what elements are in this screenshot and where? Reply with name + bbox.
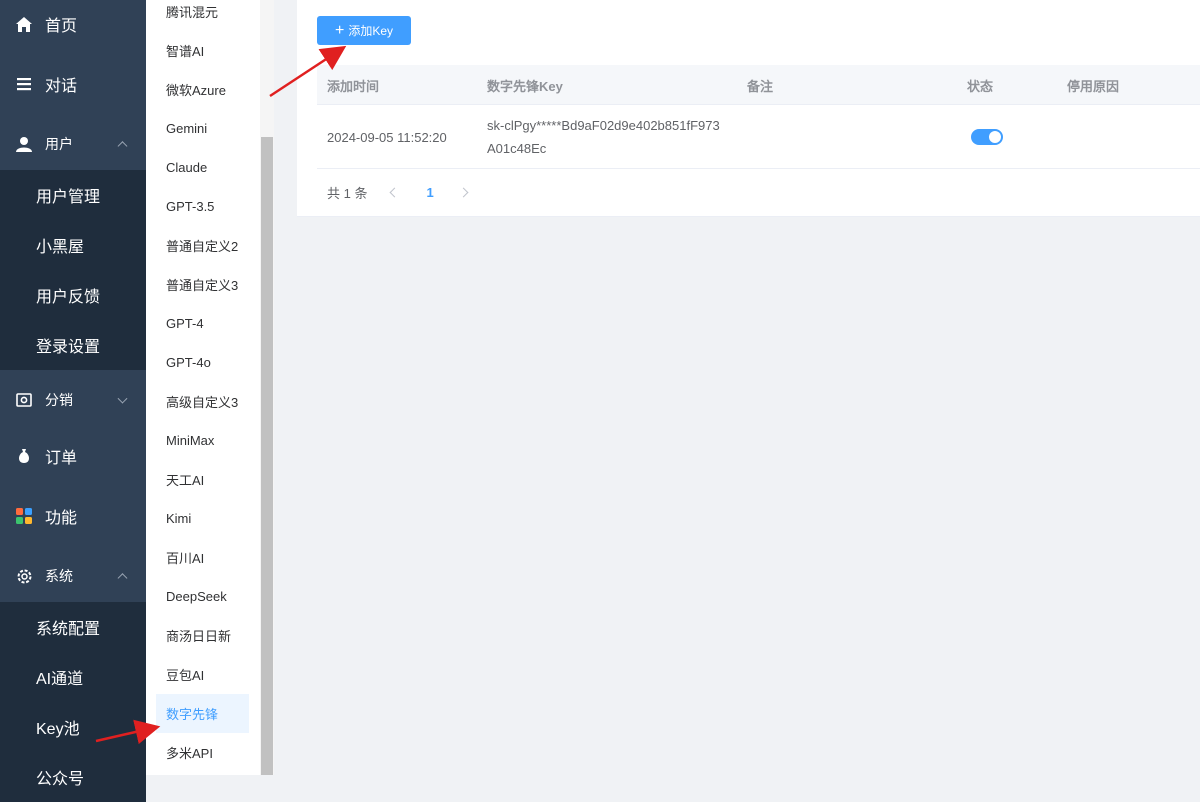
system-submenu: 系统配置 AI通道 Key池 公众号 <box>0 602 146 802</box>
sidebar-item-official-account[interactable]: 公众号 <box>0 752 146 802</box>
channel-item[interactable]: Kimi <box>146 499 260 538</box>
sidebar: 首页 对话 用户 用户管理 小黑屋 用户反馈 登录设置 分销 订单 功能 系统 … <box>0 0 146 802</box>
channel-item[interactable]: 普通自定义3 <box>146 265 260 304</box>
sidebar-item-login-settings[interactable]: 登录设置 <box>0 320 146 370</box>
sidebar-item-user-management[interactable]: 用户管理 <box>0 170 146 220</box>
nav-item-chat[interactable]: 对话 <box>0 54 146 114</box>
channel-item[interactable]: 多米API <box>146 733 260 772</box>
nav-label-system: 系统 <box>45 568 73 584</box>
nav-item-orders[interactable]: 订单 <box>0 426 146 486</box>
main-content: + 添加Key 添加时间 数字先锋Key 备注 状态 停用原因 2024-09-… <box>274 0 1200 775</box>
column-header-disable-reason: 停用原因 <box>1067 78 1120 94</box>
channel-item[interactable]: 商汤日日新 <box>146 616 260 655</box>
nav-label-features: 功能 <box>45 510 78 527</box>
chevron-up-icon <box>117 573 128 584</box>
cell-added-time: 2024-09-05 11:52:20 <box>327 129 447 145</box>
nav-item-user[interactable]: 用户 <box>0 114 146 174</box>
add-key-label: 添加Key <box>348 24 394 38</box>
plus-icon: + <box>334 21 345 39</box>
column-header-key: 数字先锋Key <box>487 78 563 94</box>
channel-item[interactable]: 腾讯混元 <box>146 0 260 31</box>
channel-item[interactable]: 百川AI <box>146 538 260 577</box>
page-number[interactable]: 1 <box>426 185 433 200</box>
channel-item[interactable]: MiniMax <box>146 421 260 460</box>
sidebar-item-feedback[interactable]: 用户反馈 <box>0 270 146 320</box>
chevron-down-icon <box>117 393 128 404</box>
menu-lines-icon <box>15 75 33 93</box>
sidebar-item-ai-channel[interactable]: AI通道 <box>0 652 146 702</box>
nav-label-distribution: 分销 <box>45 392 73 408</box>
nav-item-home[interactable]: 首页 <box>0 0 146 54</box>
gear-icon <box>15 567 33 585</box>
camera-icon <box>15 391 33 409</box>
channel-item[interactable]: 豆包AI <box>146 655 260 694</box>
key-table-card: + 添加Key 添加时间 数字先锋Key 备注 状态 停用原因 2024-09-… <box>297 0 1200 217</box>
channel-menu: 腾讯混元 智谱AI 微软Azure Gemini Claude GPT-3.5 普通自定义2… <box>146 0 260 775</box>
channel-item[interactable]: GPT-4o <box>146 343 260 382</box>
nav-label-user: 用户 <box>45 136 73 152</box>
column-header-note: 备注 <box>747 78 774 94</box>
channel-item[interactable]: 普通自定义2 <box>146 226 260 265</box>
channel-item[interactable]: 天工AI <box>146 460 260 499</box>
scrollbar-thumb[interactable] <box>261 137 273 775</box>
chevron-left-icon[interactable] <box>390 187 400 197</box>
sidebar-item-blacklist[interactable]: 小黑屋 <box>0 220 146 270</box>
nav-item-system[interactable]: 系统 <box>0 546 146 606</box>
pagination-total: 共 1 条 <box>327 185 368 201</box>
channel-item[interactable]: 数字先锋 <box>156 694 249 733</box>
pagination: 共 1 条 1 <box>327 180 469 204</box>
nav-label-orders: 订单 <box>45 450 78 467</box>
cell-key: sk-clPgy*****Bd9aF02d9e402b851fF973A01c4… <box>487 105 727 169</box>
column-header-status: 状态 <box>967 78 994 94</box>
nav-item-features[interactable]: 功能 <box>0 486 146 546</box>
table-row: 2024-09-05 11:52:20 sk-clPgy*****Bd9aF02… <box>317 105 1200 169</box>
sidebar-item-key-pool[interactable]: Key池 <box>0 702 146 752</box>
scrollbar[interactable] <box>260 0 274 775</box>
channel-item[interactable]: 高级自定义3 <box>146 382 260 421</box>
channel-item[interactable]: DeepSeek <box>146 577 260 616</box>
user-submenu: 用户管理 小黑屋 用户反馈 登录设置 <box>0 170 146 370</box>
nav-label-chat: 对话 <box>45 78 78 95</box>
cell-status <box>971 105 1003 169</box>
column-header-added-time: 添加时间 <box>327 78 380 94</box>
apps-grid-icon <box>15 507 33 525</box>
nav-label-home: 首页 <box>45 18 78 35</box>
sidebar-item-system-config[interactable]: 系统配置 <box>0 602 146 652</box>
chevron-right-icon[interactable] <box>458 187 469 197</box>
table-header: 添加时间 数字先锋Key 备注 状态 停用原因 <box>317 65 1200 105</box>
channel-item[interactable]: GPT-3.5 <box>146 187 260 226</box>
channel-item[interactable]: Claude <box>146 148 260 187</box>
user-icon <box>15 135 33 153</box>
channel-list: 腾讯混元 智谱AI 微软Azure Gemini Claude GPT-3.5 普通自定义2… <box>146 0 260 772</box>
key-value: sk-clPgy*****Bd9aF02d9e402b851fF973A01c4… <box>487 118 720 156</box>
nav-item-distribution[interactable]: 分销 <box>0 370 146 430</box>
channel-item[interactable]: 微软Azure <box>146 70 260 109</box>
money-bag-icon <box>15 447 33 465</box>
home-icon <box>15 15 33 33</box>
channel-item[interactable]: GPT-4 <box>146 304 260 343</box>
add-key-button[interactable]: + 添加Key <box>317 16 411 45</box>
channel-item[interactable]: Gemini <box>146 109 260 148</box>
channel-item[interactable]: 智谱AI <box>146 31 260 70</box>
chevron-up-icon <box>117 141 128 152</box>
status-toggle[interactable] <box>971 129 1003 145</box>
